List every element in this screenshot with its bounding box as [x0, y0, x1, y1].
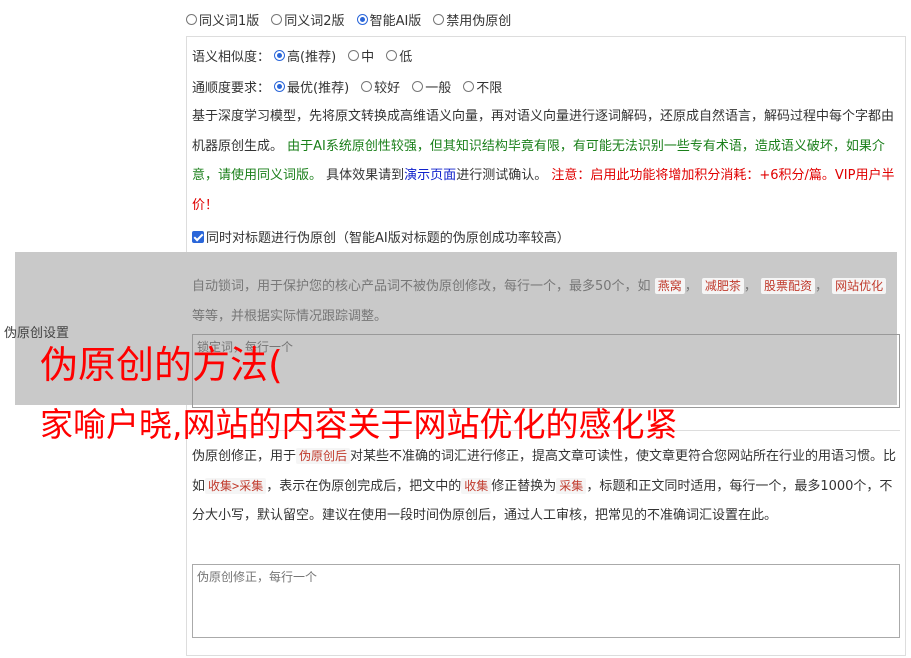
- similarity-label: 语义相似度：: [192, 50, 271, 65]
- similarity-option-2[interactable]: 低: [386, 46, 412, 65]
- radio-label: 同义词1版: [199, 13, 260, 29]
- desc-part3: 具体效果请到: [326, 168, 405, 183]
- radio-circle-icon[interactable]: [348, 50, 360, 61]
- fluency-option-1[interactable]: 较好: [361, 77, 400, 96]
- title-checkbox-row[interactable]: 同时对标题进行伪原创（智能AI版对标题的伪原创成功率较高）: [192, 227, 570, 246]
- similarity-row: 语义相似度： 高(推荐) 中 低: [192, 46, 424, 65]
- mode-option-2[interactable]: 智能AI版: [356, 10, 422, 29]
- fix-t4: 修正替换为: [491, 478, 557, 494]
- mode-radio-group: 同义词1版 同义词2版 智能AI版 禁用伪原创: [186, 10, 523, 29]
- radio-label: 较好: [374, 81, 401, 96]
- fluency-option-2[interactable]: 一般: [412, 77, 451, 96]
- lock-tag: 股票配资: [761, 278, 816, 294]
- radio-label: 中: [361, 50, 375, 65]
- fix-tag: 收集: [461, 477, 492, 494]
- fix-tag: 采集: [556, 477, 587, 494]
- radio-circle-icon[interactable]: [274, 81, 286, 92]
- overlay-headline-2: 家喻户晓,网站的内容关于网站优化的感化紧: [40, 405, 678, 444]
- radio-circle-icon[interactable]: [271, 13, 283, 25]
- radio-circle-icon[interactable]: [186, 13, 197, 25]
- lock-tag: 燕窝: [654, 278, 685, 294]
- lock-text-b: 等等，并根据实际情况跟踪调整。: [192, 308, 388, 324]
- lock-text-a: 自动锁词，用于保护您的核心产品词不被伪原创修改，每行一个，最多50个，如: [192, 279, 651, 294]
- fix-t3: ，表示在伪原创完成后，把文中的: [266, 478, 462, 494]
- mode-option-1[interactable]: 同义词2版: [271, 10, 345, 29]
- radio-label: 一般: [425, 81, 452, 96]
- similarity-option-1[interactable]: 中: [348, 46, 374, 65]
- radio-circle-icon[interactable]: [463, 81, 475, 92]
- lock-words-textarea[interactable]: [192, 334, 900, 408]
- radio-circle-icon[interactable]: [274, 50, 286, 61]
- radio-circle-icon[interactable]: [433, 13, 445, 25]
- title-checkbox-label: 同时对标题进行伪原创（智能AI版对标题的伪原创成功率较高）: [206, 231, 570, 246]
- mode-option-0[interactable]: 同义词1版: [186, 10, 259, 29]
- radio-circle-icon[interactable]: [386, 50, 398, 61]
- fluency-option-3[interactable]: 不限: [463, 77, 502, 96]
- radio-label: 低: [399, 50, 413, 65]
- desc-part4: 进行测试确认。: [456, 168, 548, 183]
- fix-words-textarea[interactable]: [192, 564, 900, 638]
- lock-tag: 网站优化: [832, 278, 887, 294]
- radio-label: 禁用伪原创: [446, 13, 512, 29]
- radio-label: 高(推荐): [287, 50, 337, 65]
- fluency-option-0[interactable]: 最优(推荐): [274, 77, 349, 96]
- ai-description: 基于深度学习模型，先将原文转换成高维语义向量，再对语义向量进行逐词解码，还原成自…: [192, 102, 900, 220]
- mode-option-3[interactable]: 禁用伪原创: [433, 10, 511, 29]
- fix-tag: 伪原创后: [296, 448, 351, 464]
- radio-label: 智能AI版: [369, 13, 422, 29]
- lock-description: 自动锁词，用于保护您的核心产品词不被伪原创修改，每行一个，最多50个，如 燕窝，…: [192, 272, 900, 331]
- fluency-label: 通顺度要求：: [192, 81, 271, 96]
- overlay-headline-1: 伪原创的方法(: [40, 343, 283, 387]
- fix-t1: 伪原创修正，用于: [192, 449, 297, 464]
- similarity-option-0[interactable]: 高(推荐): [274, 46, 336, 65]
- title-checkbox[interactable]: [192, 230, 204, 243]
- lock-tag: 减肥茶: [701, 278, 744, 294]
- radio-circle-icon[interactable]: [356, 13, 368, 25]
- radio-label: 同义词2版: [284, 13, 345, 29]
- fluency-row: 通顺度要求： 最优(推荐) 较好 一般 不限: [192, 77, 514, 96]
- fix-description: 伪原创修正，用于 伪原创后 对某些不准确的词汇进行修正，提高文章可读性，使文章更符合…: [192, 442, 900, 531]
- fix-tag: 收集>采集: [205, 477, 267, 494]
- similarity-options: 高(推荐) 中 低: [274, 46, 424, 65]
- radio-circle-icon[interactable]: [412, 81, 424, 92]
- fluency-options: 最优(推荐) 较好 一般 不限: [274, 77, 514, 96]
- radio-label: 不限: [476, 81, 503, 96]
- radio-circle-icon[interactable]: [361, 81, 373, 92]
- radio-label: 最优(推荐): [287, 81, 350, 96]
- demo-page-link[interactable]: 演示页面: [404, 168, 456, 183]
